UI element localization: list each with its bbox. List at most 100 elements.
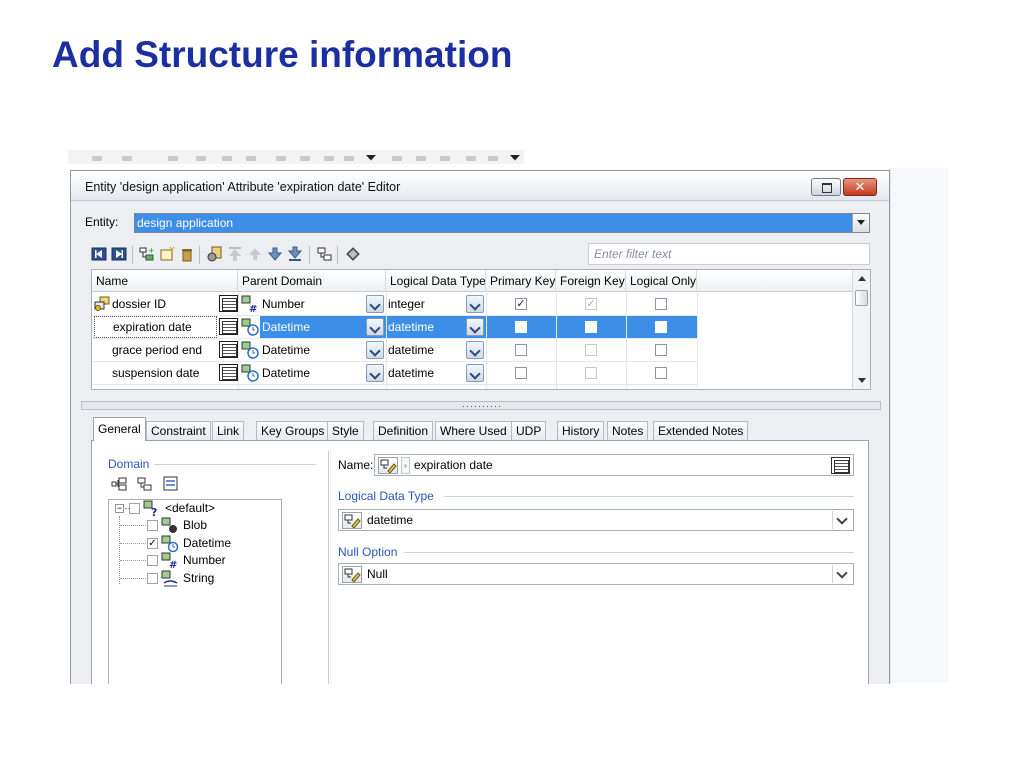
restore-button[interactable] [811,178,841,196]
col-header-foreign-key[interactable]: Foreign Key [556,270,626,292]
migrate-icon[interactable] [207,246,223,262]
tree-checkbox[interactable] [147,572,158,584]
tab-constraint[interactable]: Constraint [146,421,211,441]
attributes-grid: Name Parent Domain Logical Data Type Pri… [91,269,871,390]
domain-reorder-icon[interactable] [136,475,154,493]
entity-dropdown-button[interactable] [852,214,869,232]
grid-vertical-scrollbar[interactable] [852,270,870,389]
tree-item-string[interactable]: String [109,570,279,587]
tab-key-groups[interactable]: Key Groups [256,421,330,441]
tab-notes[interactable]: Notes [607,421,649,441]
tab-extended-notes[interactable]: Extended Notes [653,421,749,441]
attribute-toolbar: + [91,244,571,266]
scroll-down-icon[interactable] [858,378,866,383]
primary-key-checkbox[interactable] [515,367,527,379]
tree-item-datetime[interactable]: ✓ Datetime [109,535,279,552]
name-browse-button[interactable] [219,318,238,335]
reorder-icon[interactable] [317,246,333,262]
tab-general[interactable]: General [93,417,146,441]
logical-type-dropdown-icon[interactable] [466,318,484,336]
tree-line [120,577,146,579]
name-input[interactable] [414,458,814,473]
null-edit-icon[interactable] [342,566,362,583]
table-row[interactable]: expiration date Datetime datetime [92,316,697,338]
foreign-key-checkbox[interactable] [585,321,597,333]
ldt-dropdown-icon[interactable] [832,511,851,529]
name-browse-button[interactable] [219,364,238,381]
table-row[interactable]: suspension date Datetime datetime [92,362,697,384]
logical-type-dropdown-icon[interactable] [466,341,484,359]
col-header-logical-only[interactable]: Logical Only [626,270,697,292]
entity-select[interactable]: design application [134,213,870,233]
cell-name[interactable]: expiration date [94,316,217,338]
col-header-logical-data-type[interactable]: Logical Data Type [386,270,486,292]
new-folder-icon[interactable] [159,246,175,262]
table-row[interactable]: grace period end Datetime datetime [92,339,697,361]
domain-properties-icon[interactable] [162,475,180,493]
null-option-select[interactable]: Null [338,563,854,585]
delete-icon[interactable] [179,246,195,262]
strip-dropdown-icon [366,155,376,161]
primary-key-checkbox[interactable]: ✓ [515,298,527,310]
col-header-name[interactable]: Name [92,270,238,292]
tree-checkbox[interactable]: ✓ [147,537,158,549]
tree-checkbox[interactable] [147,555,158,566]
scroll-up-icon[interactable] [858,276,866,281]
ldt-edit-icon[interactable] [342,512,362,529]
ldt-legend-line [444,496,854,497]
domain-tree-view-icon[interactable] [110,475,128,493]
col-header-parent-domain[interactable]: Parent Domain [238,270,386,292]
null-legend-line [404,552,854,553]
column-separator [486,292,487,389]
logical-only-checkbox[interactable] [655,367,667,379]
tab-history[interactable]: History [557,421,605,441]
panel-splitter[interactable]: ·········· [81,401,881,411]
logical-only-checkbox[interactable] [655,321,667,333]
last-icon[interactable] [111,246,127,262]
filter-input[interactable] [588,243,870,265]
name-browse-button[interactable] [831,457,850,474]
logical-type-dropdown-icon[interactable] [466,295,484,313]
null-option-dropdown-icon[interactable] [832,565,851,583]
foreign-key-checkbox[interactable]: ✓ [585,298,597,310]
logical-data-type-select[interactable]: datetime [338,509,854,531]
name-expand-arrow[interactable]: › [401,457,410,474]
tab-udp[interactable]: UDP [511,421,547,441]
name-browse-button[interactable] [219,341,238,358]
close-button[interactable]: ✕ [843,178,877,196]
col-header-primary-key[interactable]: Primary Key [486,270,556,292]
move-bottom-icon[interactable] [287,246,303,262]
new-attribute-icon[interactable]: + [139,246,155,262]
primary-key-checkbox[interactable] [515,344,527,356]
tab-definition[interactable]: Definition [373,421,434,441]
tree-item-label: Blob [183,518,208,532]
foreign-key-checkbox[interactable] [585,367,597,379]
tree-checkbox[interactable] [147,520,158,531]
edit-name-icon[interactable] [378,457,398,474]
logical-type-dropdown-icon[interactable] [466,364,484,382]
svg-text:?: ? [151,506,157,517]
blob-domain-icon [161,517,179,534]
parent-domain-dropdown-icon[interactable] [366,364,384,382]
parent-domain-dropdown-icon[interactable] [366,295,384,313]
first-icon[interactable] [91,246,107,262]
move-down-icon[interactable] [267,246,283,262]
tree-item-blob[interactable]: Blob [109,517,279,534]
logical-only-checkbox[interactable] [655,298,667,310]
properties-icon[interactable] [345,246,361,262]
scroll-thumb[interactable] [855,290,868,306]
name-browse-button[interactable] [219,295,238,312]
foreign-key-checkbox[interactable] [585,344,597,356]
logical-only-checkbox[interactable] [655,344,667,356]
primary-key-checkbox[interactable] [515,321,527,333]
tab-link[interactable]: Link [212,421,245,441]
parent-domain-dropdown-icon[interactable] [366,341,384,359]
table-row[interactable]: dossier ID # Number integer ✓ ✓ [92,293,697,315]
datetime-domain-icon [161,535,179,552]
tab-where-used[interactable]: Where Used [435,421,512,441]
tree-item-number[interactable]: # Number [109,552,279,571]
tab-style[interactable]: Style [327,421,364,441]
parent-domain-dropdown-icon[interactable] [366,318,384,336]
tree-item-default[interactable]: ? <default> [109,500,279,519]
tree-checkbox[interactable] [129,503,140,514]
